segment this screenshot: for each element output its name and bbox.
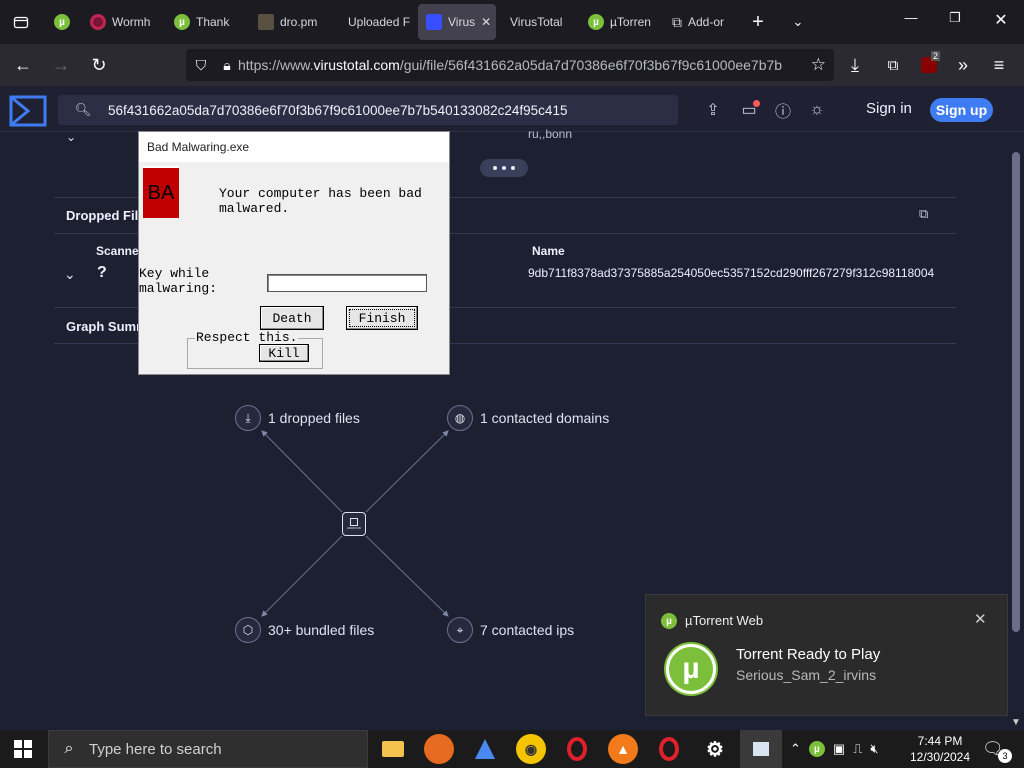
edge-ips — [365, 535, 449, 617]
graph-center-node[interactable]: ANDROID — [342, 512, 366, 536]
window-app-icon — [753, 742, 769, 756]
dialog-title: Bad Malwaring.exe — [139, 132, 449, 162]
app-blue-button[interactable] — [470, 734, 500, 764]
graph-node-bundled-files[interactable]: ⬡ 30+ bundled files — [235, 617, 374, 643]
android-file-icon — [350, 518, 358, 526]
firefox-button[interactable] — [424, 734, 454, 764]
graph-node-dropped-files[interactable]: ⤓ 1 dropped files — [235, 405, 360, 431]
start-button[interactable] — [14, 740, 32, 758]
network-icon[interactable]: ⎍ — [853, 741, 862, 757]
graph-node-contacted-domains[interactable]: ◍ 1 contacted domains — [447, 405, 609, 431]
gear-icon: ⚙ — [706, 738, 724, 761]
vpn-app-button[interactable]: ◉ — [516, 734, 546, 764]
opera-icon — [567, 737, 587, 761]
system-tray: ⌃ µ ▣ ⎍ 🔇︎ — [790, 730, 879, 768]
volume-muted-icon[interactable]: 🔇︎ — [870, 741, 878, 757]
chevron-up-icon[interactable]: ⌃ — [790, 741, 801, 757]
dialog-message: Your computer has been bad malwared. — [219, 186, 422, 216]
utorrent-logo-icon: µ — [666, 644, 716, 694]
blue-droplet-icon — [475, 739, 495, 759]
active-window-button[interactable] — [740, 730, 782, 768]
toast-title: Torrent Ready to Play — [736, 646, 881, 663]
shield-lock-icon: ◉ — [524, 740, 538, 757]
edge-bundled — [261, 535, 343, 617]
opera-button[interactable] — [562, 734, 592, 764]
opera-icon — [659, 737, 679, 761]
death-button[interactable]: Death — [260, 306, 324, 330]
search-icon: ⌕ — [64, 740, 74, 757]
bad-malwaring-dialog: Bad Malwaring.exe BA Your computer has b… — [138, 131, 450, 375]
scrollbar-thumb[interactable] — [1012, 152, 1020, 632]
toast-app-name: µTorrent Web — [685, 613, 764, 628]
app-orange-button[interactable]: ▲ — [608, 734, 638, 764]
settings-button[interactable]: ⚙ — [700, 734, 730, 764]
page-scrollbar[interactable]: ▼ — [1008, 132, 1024, 730]
tray-app-icon[interactable]: ▣ — [833, 741, 845, 757]
windows-logo-icon — [14, 740, 32, 758]
domain-icon: ◍ — [447, 405, 473, 431]
windows-taskbar: ⌕ Type here to search ◉ ▲ ⚙ ⌃ µ ▣ ⎍ 🔇︎ 7… — [0, 730, 1024, 768]
dialog-warning-icon: BA — [143, 166, 179, 218]
notification-count-badge: 3 — [998, 749, 1012, 763]
clock[interactable]: 7:44 PM 12/30/2024 — [906, 730, 974, 768]
finish-button[interactable]: Finish — [346, 306, 418, 330]
graph-node-contacted-ips[interactable]: ⌖ 7 contacted ips — [447, 617, 574, 643]
utorrent-tray-icon[interactable]: µ — [808, 741, 825, 757]
opera-gx-button[interactable] — [654, 734, 684, 764]
utorrent-notification[interactable]: µ µTorrent Web ✕ µ Torrent Ready to Play… — [645, 594, 1008, 716]
edge-dropped — [261, 430, 343, 513]
key-input-label: Key while malwaring: — [139, 266, 218, 296]
location-icon: ⌖ — [447, 617, 473, 643]
download-file-icon: ⤓ — [235, 405, 261, 431]
key-input[interactable] — [267, 274, 427, 292]
file-explorer-button[interactable] — [378, 734, 408, 764]
folder-icon — [382, 741, 404, 757]
package-icon: ⬡ — [235, 617, 261, 643]
app-orange-icon: ▲ — [616, 741, 630, 757]
kill-button[interactable]: Kill — [259, 344, 309, 362]
scroll-down-arrow[interactable]: ▼ — [1011, 717, 1021, 728]
notification-center-button[interactable]: 🗨︎ 3 — [982, 730, 1012, 768]
close-notification-button[interactable]: ✕ — [974, 610, 987, 628]
taskbar-search-box[interactable]: ⌕ Type here to search — [48, 730, 368, 768]
utorrent-small-icon: µ — [661, 613, 677, 629]
respect-group-label: Respect this. — [195, 330, 299, 345]
toast-subtitle: Serious_Sam_2_irvins — [736, 667, 877, 683]
edge-domains — [365, 430, 449, 513]
